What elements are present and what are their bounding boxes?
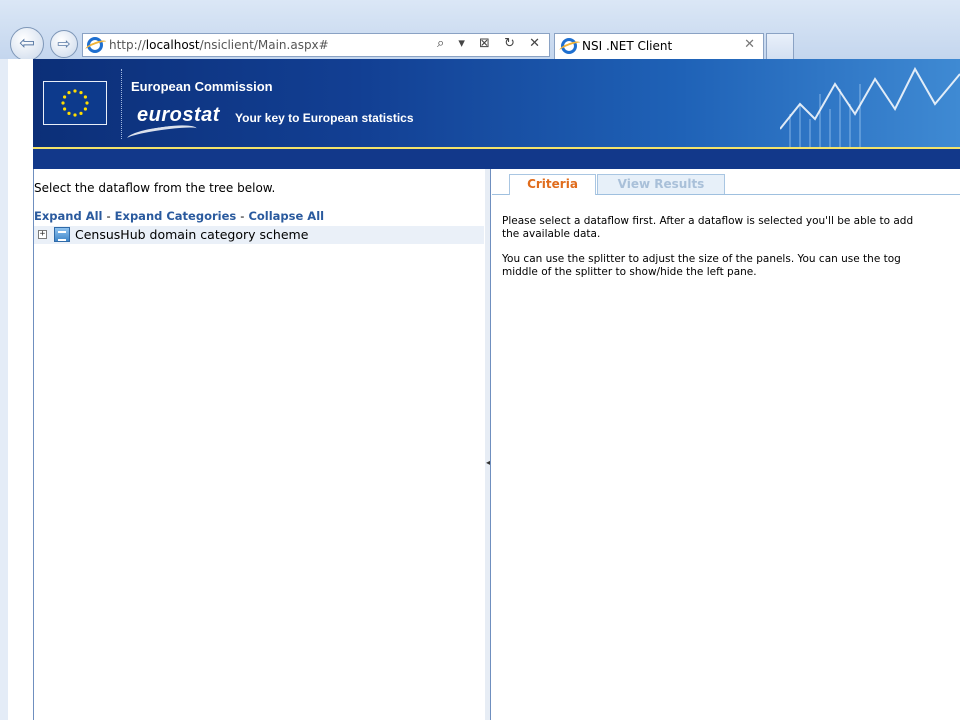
organization-name: European Commission	[131, 79, 273, 94]
eurostat-tagline: Your key to European statistics	[235, 111, 414, 125]
tree-node-label[interactable]: CensusHub domain category scheme	[75, 227, 308, 242]
collapse-pane-icon[interactable]: ◂	[486, 452, 490, 474]
dataflow-hint-message: Please select a dataflow first. After a …	[502, 215, 913, 241]
banner-statistics-graphic	[780, 66, 960, 149]
tab-criteria[interactable]: Criteria	[509, 174, 596, 195]
ie-tab-icon	[561, 38, 577, 54]
expand-all-link[interactable]: Expand All	[34, 209, 102, 223]
category-scheme-icon	[54, 227, 70, 242]
tree-actions: Expand All - Expand Categories - Collaps…	[34, 209, 324, 223]
message-line: the available data.	[502, 228, 601, 240]
message-line: You can use the splitter to adjust the s…	[502, 253, 901, 265]
tree-node[interactable]: + CensusHub domain category scheme	[34, 226, 484, 244]
browser-tab[interactable]: NSI .NET Client ✕	[554, 33, 764, 59]
address-bar[interactable]: http://localhost/nsiclient/Main.aspx# ⌕ …	[82, 33, 550, 57]
new-tab-button[interactable]	[766, 33, 794, 59]
message-line: Please select a dataflow first. After a …	[502, 215, 914, 227]
banner-separator	[121, 69, 122, 139]
tab-view-results[interactable]: View Results	[597, 174, 725, 194]
dataflow-tree-pane: Select the dataflow from the tree below.…	[33, 169, 487, 720]
top-nav-bar	[33, 149, 960, 169]
browser-chrome: ⇦ ⇨ http://localhost/nsiclient/Main.aspx…	[0, 0, 960, 61]
eurostat-banner: European Commission eurostat Your key to…	[33, 59, 960, 149]
url-host: localhost	[145, 38, 200, 52]
tab-strip: Criteria View Results	[492, 169, 960, 195]
eurostat-logo-text: eurostat	[137, 104, 220, 126]
page-content: European Commission eurostat Your key to…	[8, 59, 960, 720]
ie-page-icon	[87, 37, 103, 53]
criteria-pane: Criteria View Results Please select a da…	[492, 169, 960, 720]
address-url[interactable]: http://localhost/nsiclient/Main.aspx#	[109, 38, 329, 52]
url-prefix: http://	[109, 38, 146, 52]
tree-instruction: Select the dataflow from the tree below.	[34, 181, 276, 195]
url-path: /nsiclient/Main.aspx#	[199, 38, 329, 52]
expand-node-icon[interactable]: +	[38, 230, 47, 239]
tab-title: NSI .NET Client	[582, 39, 673, 53]
address-tools-icons[interactable]: ⌕ ▾ ⊠ ↻ ✕	[437, 36, 545, 51]
close-tab-icon[interactable]: ✕	[744, 37, 755, 52]
link-separator: -	[106, 209, 111, 223]
back-button[interactable]: ⇦	[10, 27, 44, 61]
expand-categories-link[interactable]: Expand Categories	[115, 209, 237, 223]
pane-splitter[interactable]: ◂	[485, 169, 491, 720]
collapse-all-link[interactable]: Collapse All	[248, 209, 324, 223]
splitter-hint-message: You can use the splitter to adjust the s…	[502, 253, 901, 279]
forward-button[interactable]: ⇨	[50, 30, 78, 58]
link-separator: -	[240, 209, 245, 223]
message-line: middle of the splitter to show/hide the …	[502, 266, 757, 278]
eu-flag-logo	[43, 81, 107, 125]
